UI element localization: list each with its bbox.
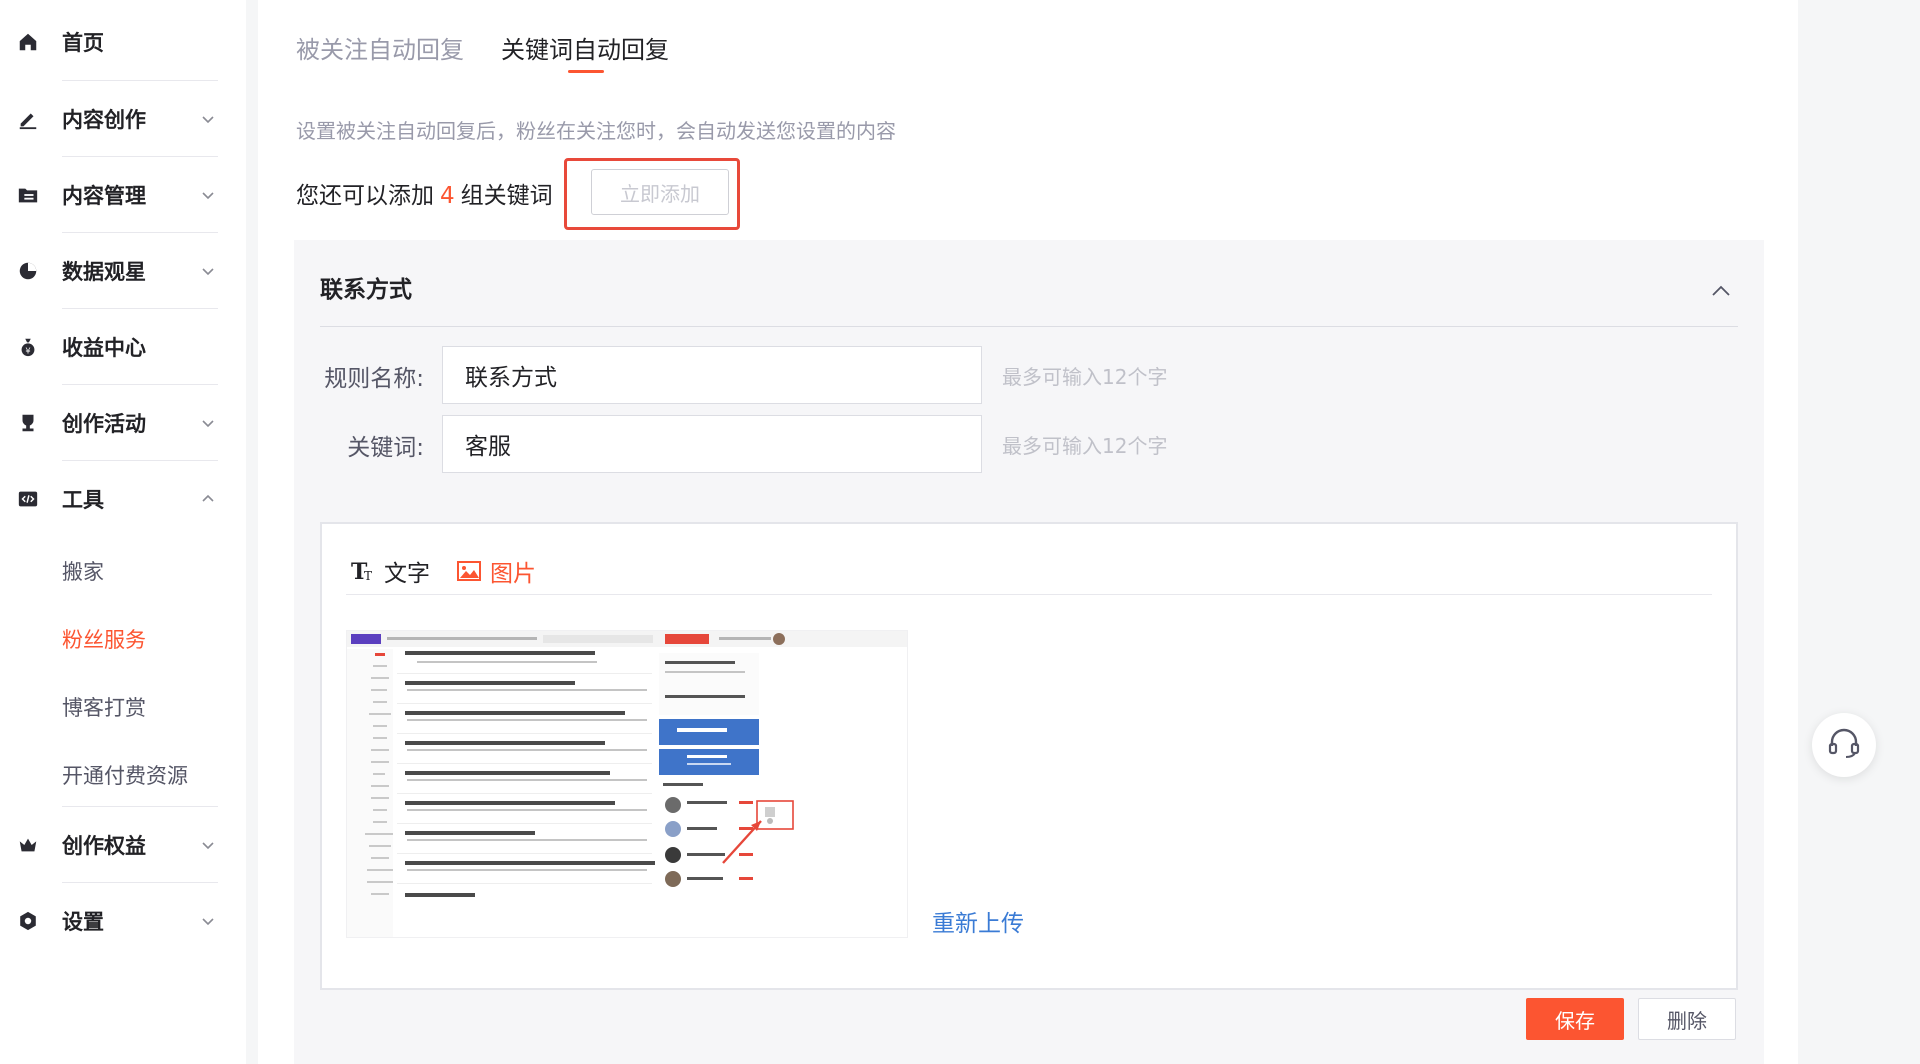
sidebar-subitem-move[interactable]: 搬家	[62, 556, 104, 586]
settings-icon	[16, 909, 40, 933]
sidebar-item-label: 设置	[62, 910, 104, 934]
reupload-link[interactable]: 重新上传	[932, 904, 1024, 938]
rule-name-hint: 最多可输入12个字	[1002, 365, 1168, 389]
sidebar: 首页 内容创作 内容管理 数据观星 ¥ 收益中心 创作活动 工具 搬家 粉丝服务…	[0, 0, 246, 1064]
sidebar-item-tools[interactable]: 工具	[0, 461, 246, 537]
delete-button[interactable]: 删除	[1638, 998, 1736, 1040]
quota-suffix: 组关键词	[460, 183, 553, 209]
home-icon	[16, 30, 40, 54]
editor-tab-image-label: 图片	[490, 561, 536, 587]
rule-name-label: 规则名称:	[324, 366, 424, 392]
uploaded-image-preview	[347, 631, 907, 937]
quota-count: 4	[440, 183, 455, 209]
sidebar-item-label: 收益中心	[62, 336, 146, 360]
chevron-down-icon	[200, 263, 216, 279]
uploaded-image-thumbnail[interactable]	[346, 630, 908, 938]
sidebar-subitem-paid-resources[interactable]: 开通付费资源	[62, 760, 188, 790]
sidebar-item-activities[interactable]: 创作活动	[0, 385, 246, 461]
divider	[346, 594, 1712, 595]
chevron-up-icon[interactable]	[1710, 280, 1732, 302]
sidebar-subitem-reward[interactable]: 博客打赏	[62, 692, 146, 722]
quota-prefix: 您还可以添加	[296, 183, 434, 209]
sidebar-item-home[interactable]: 首页	[0, 4, 246, 80]
editor-tab-image[interactable]: 图片	[456, 554, 536, 588]
active-tab-indicator	[568, 70, 604, 73]
tab-keyword-auto-reply[interactable]: 关键词自动回复	[501, 30, 669, 65]
chevron-down-icon	[200, 111, 216, 127]
crown-icon	[16, 833, 40, 857]
pencil-icon	[16, 107, 40, 131]
sidebar-item-label: 内容创作	[62, 108, 146, 132]
save-button[interactable]: 保存	[1526, 998, 1624, 1040]
sidebar-item-label: 数据观星	[62, 260, 146, 284]
editor-tab-text[interactable]: TT 文字	[350, 554, 430, 588]
chevron-down-icon	[200, 187, 216, 203]
code-icon	[16, 487, 40, 511]
sidebar-item-benefits[interactable]: 创作权益	[0, 807, 246, 883]
sidebar-item-content-create[interactable]: 内容创作	[0, 81, 246, 157]
customer-support-button[interactable]	[1812, 713, 1876, 777]
svg-text:¥: ¥	[25, 345, 30, 355]
pie-chart-icon	[16, 259, 40, 283]
sidebar-item-content-manage[interactable]: 内容管理	[0, 157, 246, 233]
chevron-down-icon	[200, 415, 216, 431]
image-icon	[456, 558, 482, 584]
chevron-up-icon	[200, 491, 216, 507]
headset-icon	[1825, 724, 1863, 766]
chevron-down-icon	[200, 837, 216, 853]
editor-tab-text-label: 文字	[384, 561, 430, 587]
sidebar-subitem-fan-service[interactable]: 粉丝服务	[62, 624, 146, 654]
keyword-quota: 您还可以添加 4 组关键词	[296, 176, 553, 210]
sidebar-item-label: 内容管理	[62, 184, 146, 208]
sidebar-item-settings[interactable]: 设置	[0, 883, 246, 959]
rule-name-input[interactable]: 联系方式	[442, 346, 982, 404]
sidebar-item-income[interactable]: ¥ 收益中心	[0, 309, 246, 385]
keyword-rule-panel: 联系方式 规则名称: 联系方式 最多可输入12个字 关键词: 客服 最多可输入1…	[294, 240, 1764, 1064]
reply-editor: TT 文字 图片 重新上传	[320, 522, 1738, 990]
text-format-icon: TT	[350, 558, 376, 584]
sidebar-item-label: 工具	[62, 488, 104, 512]
money-bag-icon: ¥	[16, 335, 40, 359]
divider	[320, 326, 1738, 327]
description-text: 设置被关注自动回复后，粉丝在关注您时，会自动发送您设置的内容	[296, 119, 896, 143]
rule-title: 联系方式	[320, 277, 412, 303]
annotation-highlight-box	[564, 158, 740, 230]
keyword-input[interactable]: 客服	[442, 415, 982, 473]
folder-icon	[16, 183, 40, 207]
main-content: 被关注自动回复 关键词自动回复 设置被关注自动回复后，粉丝在关注您时，会自动发送…	[258, 0, 1798, 1064]
tab-follow-auto-reply[interactable]: 被关注自动回复	[296, 30, 464, 65]
sidebar-item-label: 创作活动	[62, 412, 146, 436]
chevron-down-icon	[200, 913, 216, 929]
svg-text:T: T	[364, 569, 372, 583]
trophy-icon	[16, 411, 40, 435]
sidebar-item-label: 首页	[62, 31, 104, 55]
keyword-label: 关键词:	[347, 435, 424, 461]
sidebar-item-label: 创作权益	[62, 834, 146, 858]
sidebar-item-data[interactable]: 数据观星	[0, 233, 246, 309]
keyword-hint: 最多可输入12个字	[1002, 434, 1168, 458]
